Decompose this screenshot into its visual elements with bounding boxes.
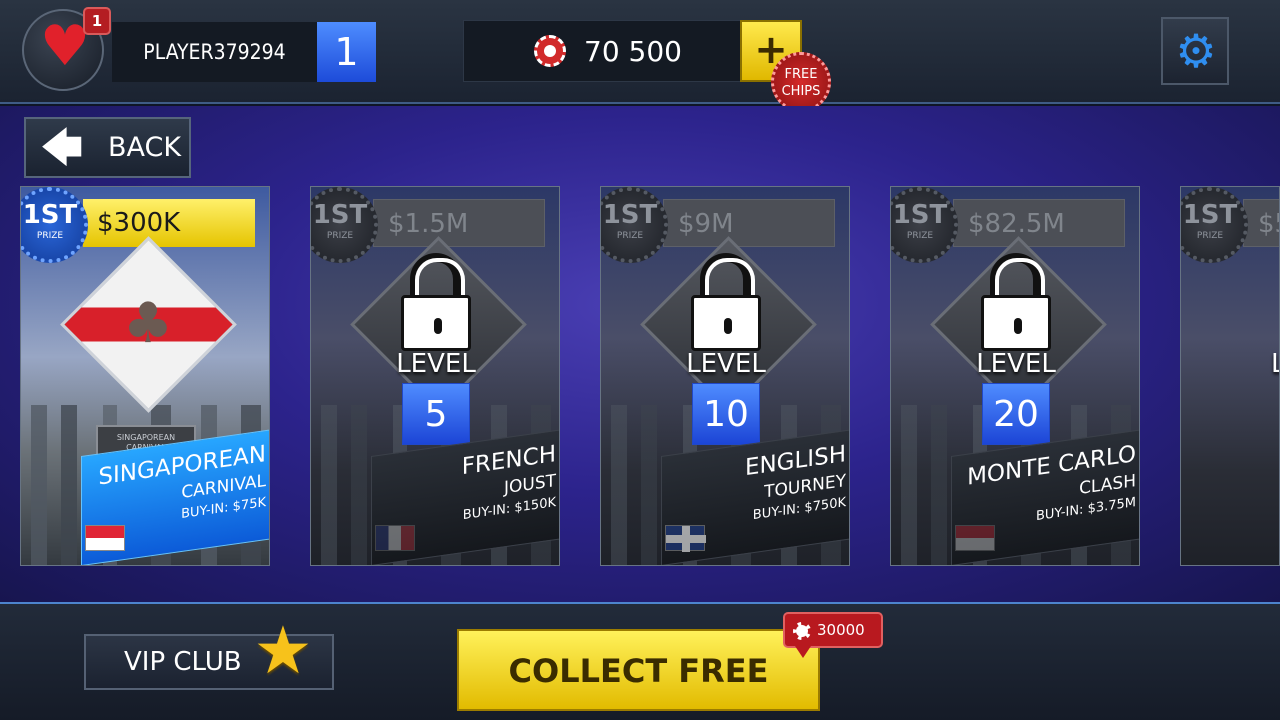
first-prize-badge: 1ST PRIZE (21, 187, 88, 263)
uk-flag-icon (665, 525, 706, 552)
first-prize-badge: 1ST PRIZE (1181, 187, 1248, 263)
back-label: BACK (108, 132, 182, 163)
required-level: 5 (402, 383, 470, 445)
arrow-left-icon: 🡄 (40, 123, 84, 172)
collect-free-chips-button[interactable]: COLLECT FREE CHIPS (457, 629, 820, 711)
first-prize-badge: 1ST PRIZE (311, 187, 378, 263)
tournament-card-english[interactable]: $9M 1ST PRIZE LEVEL 10 ENGLISH TOURNEY B… (600, 186, 850, 566)
poker-chip-icon (534, 35, 566, 67)
first-prize-badge: 1ST PRIZE (601, 187, 668, 263)
player-level-badge: 1 (317, 22, 376, 82)
monaco-flag-icon (955, 525, 995, 551)
collect-free-chips-label: COLLECT FREE CHIPS (508, 652, 769, 690)
chips-amount: 70 500 (584, 35, 682, 68)
level-label: L (1271, 349, 1279, 379)
tournament-card-french[interactable]: $1.5M 1ST PRIZE LEVEL 5 FRENCH JOUST BUY… (310, 186, 560, 566)
tournament-card-next[interactable]: $5 1ST PRIZE L (1180, 186, 1280, 566)
bottom-bar: VIP CLUB ★ COLLECT FREE CHIPS 30000 (0, 602, 1280, 720)
prize-word: PRIZE (616, 231, 644, 241)
prize-amount: $5 (1243, 199, 1279, 247)
club-suit-icon: ♣ (122, 291, 174, 356)
prize-rank: 1ST (892, 200, 948, 230)
prize-amount: $82.5M (953, 199, 1125, 247)
gear-icon: ⚙ (1175, 24, 1217, 78)
prize-word: PRIZE (326, 231, 354, 241)
padlock-icon (691, 295, 761, 351)
france-flag-icon (375, 525, 415, 551)
settings-button[interactable]: ⚙ (1161, 17, 1229, 85)
tournament-buyin: BUY-IN: $3.75M (1035, 495, 1136, 525)
tournament-subtitle: CLASH (1079, 471, 1136, 500)
prize-rank: 1ST (22, 200, 78, 230)
tournament-buyin: BUY-IN: $150K (462, 495, 556, 524)
vip-club-label: VIP CLUB (124, 647, 242, 677)
level-label: LEVEL (686, 349, 766, 379)
prize-word: PRIZE (1196, 231, 1224, 241)
tournament-card-monte-carlo[interactable]: $82.5M 1ST PRIZE LEVEL 20 MONTE CARLO CL… (890, 186, 1140, 566)
first-prize-badge: 1ST PRIZE (891, 187, 958, 263)
back-button[interactable]: 🡄 BACK (24, 117, 191, 178)
required-level: 20 (982, 383, 1050, 445)
required-level: 10 (692, 383, 760, 445)
star-icon: ★ (253, 612, 313, 689)
player-name: PLAYER379294 (143, 40, 286, 64)
poker-chip-icon (793, 622, 811, 640)
prize-amount: $300K (83, 199, 255, 247)
chips-balance: 70 500 (463, 20, 741, 82)
free-chips-badge[interactable]: FREE CHIPS (771, 52, 831, 112)
singapore-flag-icon (85, 525, 125, 551)
vip-club-button[interactable]: VIP CLUB ★ (84, 616, 334, 690)
free-chips-amount: 30000 (817, 621, 865, 639)
prize-word: PRIZE (906, 231, 934, 241)
top-bar: ♥ 1 PLAYER379294 1 70 500 + FREE CHIPS ⚙ (0, 0, 1280, 112)
padlock-icon (981, 295, 1051, 351)
padlock-icon (401, 295, 471, 351)
level-label: LEVEL (396, 349, 476, 379)
player-profile[interactable]: PLAYER379294 (112, 22, 317, 82)
prize-rank: 1ST (312, 200, 368, 230)
prize-word: PRIZE (36, 231, 64, 241)
prize-amount: $9M (663, 199, 835, 247)
tournament-selection: 🡄 BACK $300K 1ST PRIZE ♣ SINGAPOREAN CAR… (0, 106, 1280, 602)
level-label: LEVEL (976, 349, 1056, 379)
tournament-card-singaporean[interactable]: $300K 1ST PRIZE ♣ SINGAPOREAN CARNIVAL S… (20, 186, 270, 566)
tournament-subtitle: JOUST (503, 471, 556, 499)
prize-rank: 1ST (1182, 200, 1238, 230)
notification-badge: 1 (83, 7, 111, 35)
prize-amount: $1.5M (373, 199, 545, 247)
free-chips-amount-tooltip: 30000 (783, 612, 883, 658)
prize-rank: 1ST (602, 200, 658, 230)
